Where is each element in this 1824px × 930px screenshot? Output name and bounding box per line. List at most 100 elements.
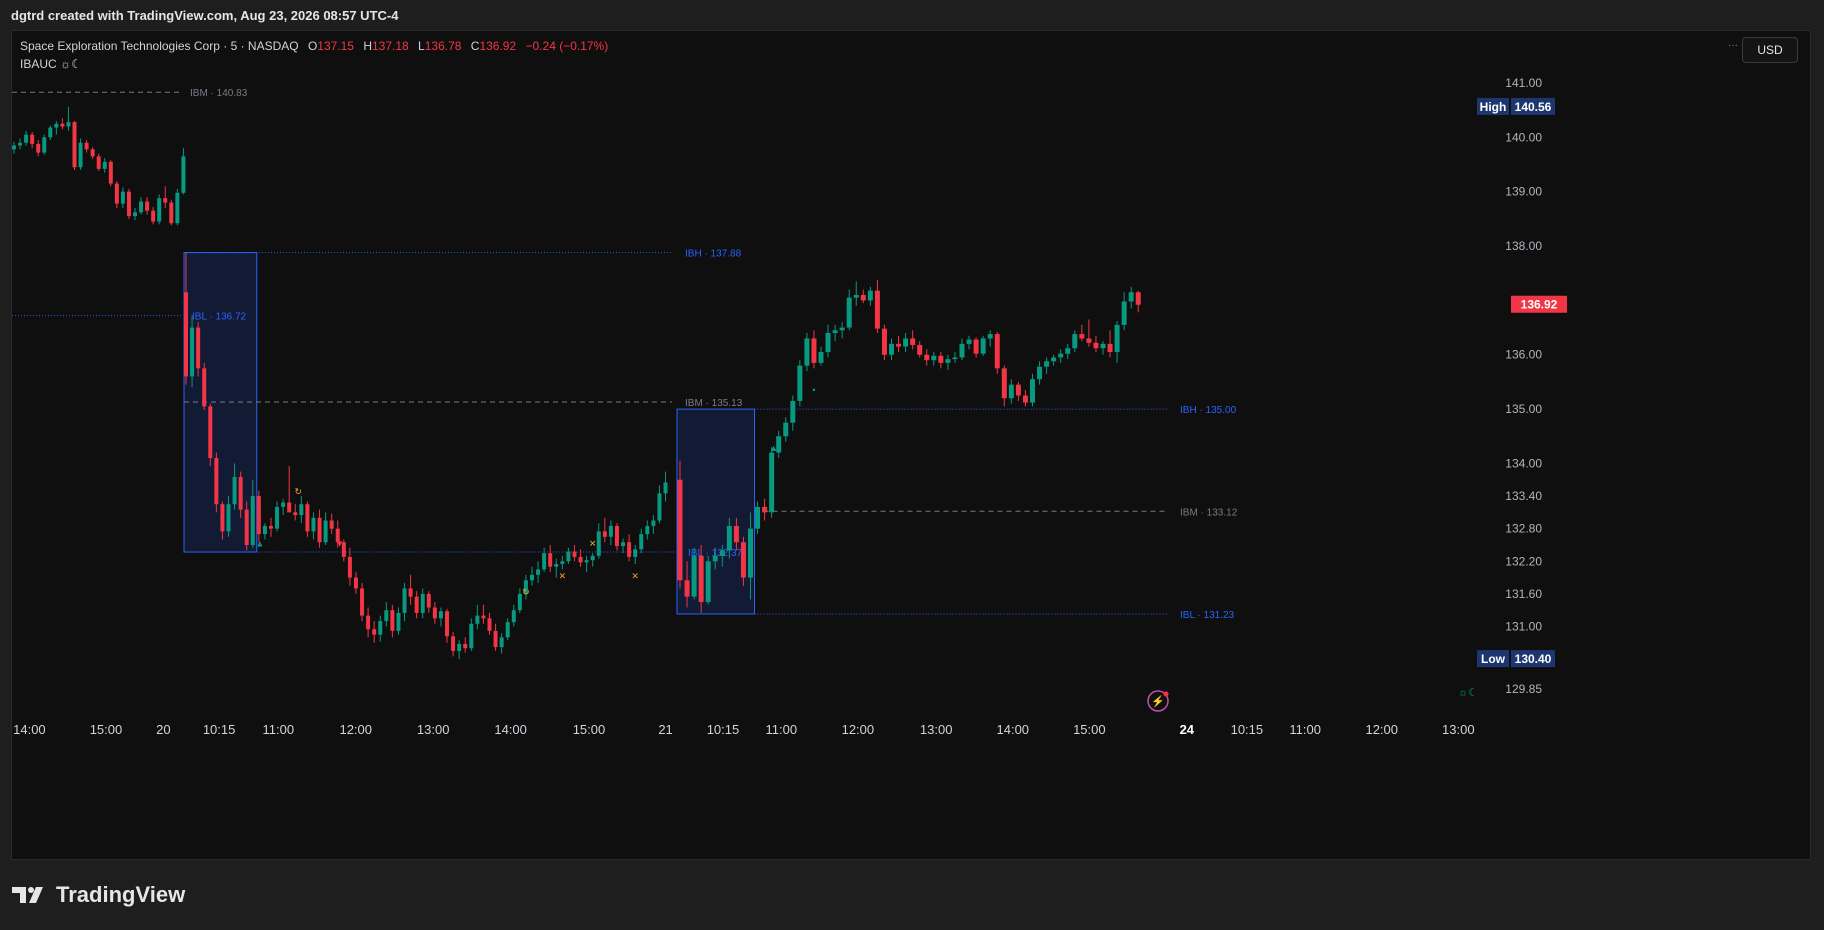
candle[interactable] — [372, 629, 377, 635]
candle[interactable] — [740, 542, 746, 578]
candle[interactable] — [1107, 343, 1113, 353]
candle[interactable] — [1008, 384, 1014, 399]
candle[interactable] — [287, 502, 292, 513]
candle[interactable] — [903, 338, 909, 347]
chart-pane[interactable]: IBM · 140.83 IBH · 137.88 IBL · 136.72 IBM … — [11, 30, 1811, 860]
candle[interactable] — [783, 422, 789, 437]
candle[interactable] — [924, 354, 930, 361]
candle[interactable] — [529, 574, 534, 581]
candle[interactable] — [1128, 292, 1134, 302]
candle[interactable] — [811, 338, 817, 363]
candle[interactable] — [874, 290, 880, 329]
candle[interactable] — [305, 504, 310, 532]
candle[interactable] — [1065, 348, 1071, 354]
candle[interactable] — [994, 334, 1000, 369]
more-menu-icon[interactable]: ··· — [1728, 40, 1738, 51]
candle[interactable] — [414, 596, 419, 613]
candle[interactable] — [108, 161, 113, 184]
candle[interactable] — [733, 525, 739, 543]
candle[interactable] — [390, 610, 395, 631]
candle[interactable] — [1044, 361, 1050, 367]
candle[interactable] — [463, 643, 468, 649]
candle[interactable] — [1037, 366, 1043, 380]
candle[interactable] — [726, 525, 732, 551]
candle[interactable] — [804, 338, 810, 366]
candle[interactable] — [60, 123, 65, 127]
candle[interactable] — [578, 556, 583, 563]
candle[interactable] — [959, 343, 965, 358]
candle[interactable] — [1135, 292, 1141, 305]
candle[interactable] — [684, 580, 690, 597]
candle[interactable] — [560, 561, 565, 564]
candle[interactable] — [1051, 357, 1057, 362]
candle[interactable] — [818, 352, 824, 363]
candle[interactable] — [184, 292, 188, 377]
candle[interactable] — [966, 339, 972, 344]
candle[interactable] — [614, 525, 619, 547]
candle[interactable] — [281, 502, 286, 507]
candle[interactable] — [329, 520, 334, 529]
candle[interactable] — [1121, 301, 1127, 325]
candle[interactable] — [657, 493, 662, 521]
candle[interactable] — [181, 156, 186, 193]
candle[interactable] — [120, 191, 125, 204]
candle[interactable] — [202, 368, 207, 407]
candle[interactable] — [163, 198, 168, 203]
candle[interactable] — [896, 343, 902, 347]
candle[interactable] — [396, 612, 401, 631]
candle[interactable] — [639, 534, 644, 550]
candle[interactable] — [133, 212, 137, 217]
candle[interactable] — [917, 344, 923, 355]
candle[interactable] — [677, 479, 683, 581]
candle[interactable] — [384, 610, 389, 622]
candle[interactable] — [931, 355, 937, 361]
candle[interactable] — [238, 477, 243, 510]
candle[interactable] — [839, 327, 845, 331]
symbol-legend[interactable]: Space Exploration Technologies Corp · 5 … — [20, 39, 608, 53]
candle[interactable] — [347, 556, 352, 578]
candle[interactable] — [353, 577, 358, 589]
candle[interactable] — [24, 134, 29, 143]
candle[interactable] — [645, 525, 650, 535]
candle[interactable] — [938, 355, 944, 363]
candle[interactable] — [487, 618, 492, 631]
candle[interactable] — [299, 504, 304, 516]
candle[interactable] — [973, 339, 979, 354]
candle[interactable] — [762, 506, 768, 513]
candle[interactable] — [846, 297, 852, 328]
candle[interactable] — [1093, 342, 1099, 349]
candle[interactable] — [469, 623, 474, 649]
candle[interactable] — [420, 593, 425, 613]
candle[interactable] — [511, 610, 516, 623]
candle[interactable] — [54, 123, 59, 128]
candle[interactable] — [536, 569, 541, 575]
candle[interactable] — [78, 142, 83, 168]
candle[interactable] — [262, 525, 267, 535]
candle[interactable] — [952, 357, 958, 360]
candle[interactable] — [797, 365, 803, 401]
candle[interactable] — [627, 542, 632, 557]
candle[interactable] — [1072, 334, 1078, 349]
candle[interactable] — [475, 615, 480, 624]
candle[interactable] — [30, 134, 35, 144]
candle[interactable] — [220, 504, 225, 532]
candle[interactable] — [426, 593, 431, 608]
candle[interactable] — [712, 555, 718, 562]
candle[interactable] — [980, 338, 986, 354]
candle[interactable] — [244, 509, 249, 545]
candle[interactable] — [226, 504, 231, 532]
candle[interactable] — [293, 512, 298, 516]
candle[interactable] — [825, 333, 831, 353]
candle[interactable] — [698, 555, 704, 603]
indicator-legend[interactable]: IBAUC ☼☾ — [20, 57, 82, 71]
candle[interactable] — [584, 560, 589, 563]
candle[interactable] — [139, 201, 144, 213]
candle[interactable] — [860, 294, 866, 301]
candle[interactable] — [126, 191, 131, 217]
candle[interactable] — [42, 137, 47, 153]
candle[interactable] — [102, 161, 107, 169]
candle[interactable] — [232, 477, 237, 505]
candle[interactable] — [48, 127, 53, 138]
candle[interactable] — [84, 142, 89, 150]
candle[interactable] — [566, 551, 571, 562]
